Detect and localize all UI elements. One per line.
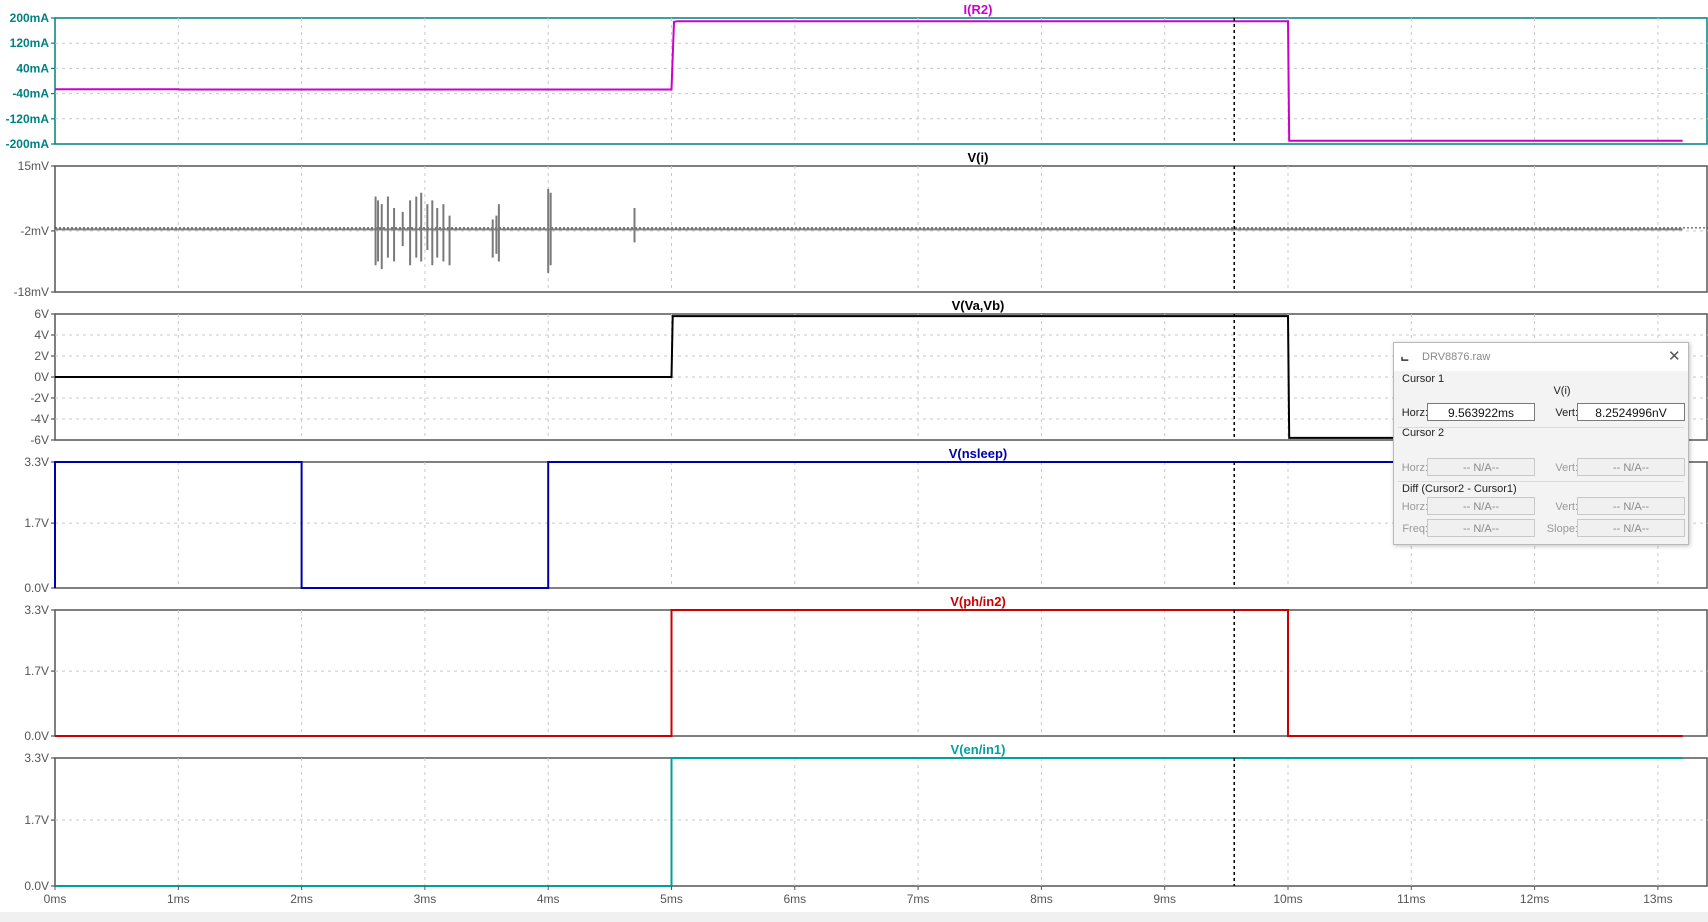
y-tick-label: 3.3V — [24, 751, 49, 765]
cursor1-vert-label: Vert: — [1555, 407, 1578, 419]
y-tick-label: 200mA — [10, 11, 50, 25]
x-tick-label: 4ms — [537, 892, 560, 906]
y-tick-label: 0.0V — [24, 581, 49, 595]
pane-frame — [54, 757, 1708, 887]
x-tick-label: 6ms — [783, 892, 806, 906]
cursor-window-title: DRV8876.raw — [1422, 351, 1491, 363]
y-tick-label: -2mV — [20, 224, 49, 238]
diff-label: Diff (Cursor2 - Cursor1) — [1402, 483, 1517, 495]
x-tick-label: 1ms — [167, 892, 190, 906]
pane-frame — [54, 609, 1708, 737]
cursor1-horz-label: Horz: — [1401, 407, 1428, 419]
cursor2-horz-label: Horz: — [1401, 462, 1428, 474]
x-tick-label: 3ms — [414, 892, 437, 906]
y-tick-label: -200mA — [6, 137, 50, 151]
trace-title[interactable]: V(nsleep) — [949, 446, 1008, 461]
cursor1-trace: V(i) — [1553, 385, 1571, 397]
separator — [1398, 481, 1684, 482]
x-tick-label: 10ms — [1273, 892, 1302, 906]
x-tick-label: 11ms — [1397, 892, 1425, 906]
series-line — [55, 757, 1683, 887]
cursor-window-titlebar[interactable]: ⨽ DRV8876.raw ✕ — [1394, 343, 1688, 371]
cursor2-horz-field: -- N/A-- — [1427, 458, 1535, 476]
y-tick-label: -18mV — [14, 285, 49, 299]
y-tick-label: 1.7V — [24, 664, 49, 678]
x-tick-label: 13ms — [1643, 892, 1672, 906]
y-tick-label: 0.0V — [24, 879, 49, 893]
cursor-window[interactable]: ⨽ DRV8876.raw ✕ Cursor 1 V(i) Horz: 9.56… — [1393, 342, 1689, 545]
y-tick-label: 4V — [34, 328, 49, 342]
y-tick-label: 1.7V — [24, 516, 49, 530]
cursor1-horz-field[interactable]: 9.563922ms — [1427, 403, 1535, 421]
cursor2-vert-label: Vert: — [1555, 462, 1578, 474]
y-tick-label: 40mA — [16, 61, 49, 75]
waveform-icon: ⨽ — [1401, 349, 1409, 364]
y-tick-label: 0.0V — [24, 729, 49, 743]
diff-vert-field: -- N/A-- — [1577, 497, 1685, 515]
status-strip — [0, 912, 1708, 922]
cursor2-label: Cursor 2 — [1402, 427, 1445, 439]
pane-frame — [54, 17, 1708, 145]
trace-title[interactable]: V(Va,Vb) — [952, 298, 1005, 313]
trace-title[interactable]: V(ph/in2) — [950, 594, 1006, 609]
y-tick-label: -120mA — [6, 112, 50, 126]
series-line — [55, 20, 1683, 142]
x-tick-label: 0ms — [44, 892, 67, 906]
y-tick-label: 6V — [34, 307, 49, 321]
y-tick-label: 0V — [34, 370, 49, 384]
close-icon[interactable]: ✕ — [1668, 347, 1681, 365]
y-tick-label: -2V — [30, 391, 49, 405]
trace-title[interactable]: V(en/in1) — [951, 742, 1006, 757]
x-tick-label: 9ms — [1153, 892, 1176, 906]
y-tick-label: 2V — [34, 349, 49, 363]
series-line — [55, 609, 1683, 737]
x-tick-label: 12ms — [1520, 892, 1549, 906]
diff-freq-field: -- N/A-- — [1427, 519, 1535, 537]
trace-title[interactable]: V(i) — [968, 150, 989, 165]
cursor2-vert-field: -- N/A-- — [1577, 458, 1685, 476]
trace-title[interactable]: I(R2) — [964, 2, 993, 17]
y-tick-label: 3.3V — [24, 455, 49, 469]
y-tick-label: -6V — [30, 433, 49, 447]
diff-slope-label: Slope: — [1546, 523, 1578, 535]
cursor1-label: Cursor 1 — [1402, 373, 1445, 385]
y-tick-label: 15mV — [18, 159, 49, 173]
x-tick-label: 7ms — [907, 892, 930, 906]
cursor1-vert-field[interactable]: 8.2524996nV — [1577, 403, 1685, 421]
x-tick-label: 8ms — [1030, 892, 1053, 906]
y-tick-label: 1.7V — [24, 813, 49, 827]
x-tick-label: 5ms — [660, 892, 683, 906]
diff-freq-label: Freq: — [1402, 523, 1428, 535]
diff-slope-field: -- N/A-- — [1577, 519, 1685, 537]
x-tick-label: 2ms — [290, 892, 313, 906]
y-tick-label: 120mA — [10, 36, 50, 50]
diff-horz-label: Horz: — [1401, 501, 1428, 513]
y-tick-label: -4V — [30, 412, 49, 426]
y-tick-label: 3.3V — [24, 603, 49, 617]
diff-horz-field: -- N/A-- — [1427, 497, 1535, 515]
y-tick-label: -40mA — [12, 87, 49, 101]
diff-vert-label: Vert: — [1555, 501, 1578, 513]
